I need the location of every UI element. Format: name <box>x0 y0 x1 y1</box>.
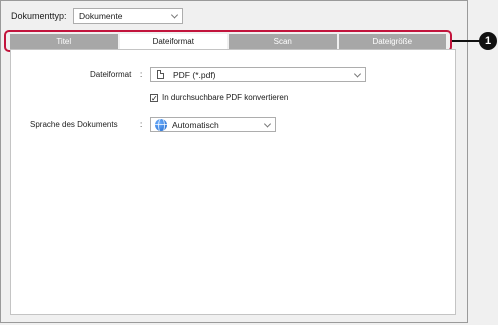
file-format-value: PDF (*.pdf) <box>173 69 216 80</box>
searchable-pdf-checkbox[interactable]: ✓ <box>150 94 158 103</box>
format-colon: : <box>140 70 143 79</box>
language-select[interactable]: Automatisch <box>150 117 276 132</box>
doctype-label: Dokumenttyp: <box>11 11 67 21</box>
doctype-select-value: Dokumente <box>79 11 123 21</box>
globe-icon <box>155 119 167 131</box>
callout-line <box>452 40 481 42</box>
chevron-down-icon <box>353 69 362 78</box>
format-label: Dateiformat <box>90 70 132 79</box>
tab-dateiformat[interactable]: Dateiformat <box>119 34 227 49</box>
doctype-select[interactable]: Dokumente <box>73 8 183 24</box>
searchable-pdf-label: In durchsuchbare PDF konvertieren <box>162 93 289 102</box>
tab-titel[interactable]: Titel <box>10 34 118 49</box>
chevron-down-icon <box>170 11 179 19</box>
file-format-select[interactable]: PDF (*.pdf) <box>150 67 366 82</box>
language-colon: : <box>140 120 143 129</box>
language-value: Automatisch <box>172 119 219 130</box>
language-label: Sprache des Dokuments <box>30 120 118 129</box>
tab-dateigroesse[interactable]: Dateigröße <box>338 34 446 49</box>
tab-bar: Titel Dateiformat Scan Dateigröße <box>10 34 446 49</box>
tab-scan[interactable]: Scan <box>229 34 337 49</box>
callout-number-badge: 1 <box>479 32 497 50</box>
tab-content-panel <box>10 49 456 315</box>
document-icon <box>157 70 164 79</box>
chevron-down-icon <box>263 119 272 128</box>
